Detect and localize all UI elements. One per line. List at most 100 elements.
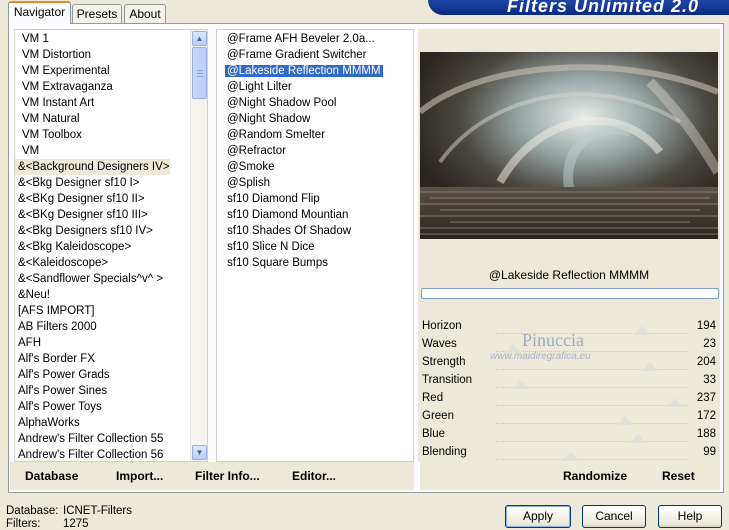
- filter-item[interactable]: @Lakeside Reflection MMMM: [223, 63, 383, 79]
- category-item[interactable]: AB Filters 2000: [15, 319, 170, 335]
- category-item[interactable]: &<Bkg Designer sf10 I>: [15, 175, 170, 191]
- filter-item-label: sf10 Diamond Flip: [227, 193, 320, 205]
- progress-bar: [421, 288, 719, 299]
- param-value: 99: [703, 446, 716, 458]
- filter-item-label: @Lakeside Reflection MMMM: [225, 65, 383, 77]
- category-item[interactable]: Alf's Power Toys: [15, 399, 170, 415]
- category-item[interactable]: Alf's Power Grads: [15, 367, 170, 383]
- param-name: Blending: [422, 446, 467, 458]
- filter-item[interactable]: sf10 Shades Of Shadow: [223, 223, 383, 239]
- filter-item[interactable]: @Night Shadow Pool: [223, 95, 383, 111]
- filter-item[interactable]: @Smoke: [223, 159, 383, 175]
- filter-item[interactable]: sf10 Diamond Flip: [223, 191, 383, 207]
- filter-item[interactable]: @Frame Gradient Switcher: [223, 47, 383, 63]
- category-item[interactable]: VM Extravaganza: [15, 79, 170, 95]
- filters-value: 1275: [63, 518, 89, 530]
- category-item[interactable]: AFH: [15, 335, 170, 351]
- param-row[interactable]: Red 237: [420, 390, 718, 408]
- filter-info-button[interactable]: Filter Info...: [195, 469, 260, 483]
- param-slider-track[interactable]: [496, 459, 688, 461]
- tab-presets[interactable]: Presets: [72, 4, 122, 23]
- filter-item-label: @Night Shadow: [227, 113, 311, 125]
- right-button-bar: Randomize Reset: [420, 462, 720, 490]
- category-item[interactable]: &<Bkg Designers sf10 IV>: [15, 223, 170, 239]
- category-item[interactable]: Andrew's Filter Collection 55: [15, 431, 170, 447]
- category-item[interactable]: &<Kaleidoscope>: [15, 255, 170, 271]
- category-item[interactable]: Andrew's Filter Collection 56: [15, 447, 170, 461]
- category-item[interactable]: &<BKg Designer sf10 III>: [15, 207, 170, 223]
- param-slider-track[interactable]: [496, 369, 688, 371]
- category-item[interactable]: &<BKg Designer sf10 II>: [15, 191, 170, 207]
- param-row[interactable]: Blending 99: [420, 444, 718, 462]
- filter-item-label: @Splish: [227, 177, 270, 189]
- param-slider-track[interactable]: [496, 405, 688, 407]
- param-slider-track[interactable]: [496, 441, 688, 443]
- scroll-up-icon[interactable]: ▲: [192, 31, 207, 46]
- category-item[interactable]: VM Distortion: [15, 47, 170, 63]
- param-name: Horizon: [422, 320, 462, 332]
- filter-item[interactable]: sf10 Square Bumps: [223, 255, 383, 271]
- param-slider-track[interactable]: [496, 423, 688, 425]
- category-item[interactable]: VM Instant Art: [15, 95, 170, 111]
- category-item[interactable]: &<Bkg Kaleidoscope>: [15, 239, 170, 255]
- category-item[interactable]: VM Natural: [15, 111, 170, 127]
- param-slider-knob[interactable]: [630, 434, 647, 443]
- scroll-thumb[interactable]: [192, 47, 207, 99]
- param-slider-knob[interactable]: [633, 326, 650, 335]
- import-button[interactable]: Import...: [116, 469, 163, 483]
- reset-button[interactable]: Reset: [662, 469, 695, 483]
- category-item[interactable]: VM Toolbox: [15, 127, 170, 143]
- app-title: Filters Unlimited 2.0: [506, 0, 699, 15]
- scroll-down-icon[interactable]: ▼: [192, 445, 207, 460]
- database-label: Database:: [6, 505, 59, 517]
- left-button-bar: Database Import... Filter Info... Editor…: [10, 462, 414, 490]
- param-row[interactable]: Blue 188: [420, 426, 718, 444]
- category-item[interactable]: VM Experimental: [15, 63, 170, 79]
- category-list[interactable]: VM 1 VM Distortion VM Experimental VM Extra…: [14, 29, 208, 462]
- param-value: 204: [696, 356, 716, 368]
- editor-button[interactable]: Editor...: [292, 469, 336, 483]
- filter-item[interactable]: sf10 Diamond Mountian: [223, 207, 383, 223]
- filter-item[interactable]: sf10 Slice N Dice: [223, 239, 383, 255]
- category-item[interactable]: [AFS IMPORT]: [15, 303, 170, 319]
- filter-item[interactable]: @Frame AFH Beveler 2.0a...: [223, 31, 383, 47]
- param-name: Blue: [422, 428, 446, 440]
- category-items: VM 1 VM Distortion VM Experimental VM Extra…: [15, 31, 170, 461]
- category-item[interactable]: AlphaWorks: [15, 415, 170, 431]
- param-value: 23: [703, 338, 716, 350]
- param-name: Waves: [422, 338, 457, 350]
- param-name: Transition: [422, 374, 473, 386]
- category-item[interactable]: &<Background Designers IV>: [15, 159, 170, 175]
- category-item[interactable]: &Neu!: [15, 287, 170, 303]
- filter-item-label: @Smoke: [227, 161, 275, 173]
- param-slider-knob[interactable]: [512, 380, 529, 389]
- category-item[interactable]: VM: [15, 143, 170, 159]
- app-banner: Filters Unlimited 2.0: [428, 0, 729, 15]
- filter-item-label: @Refractor: [227, 145, 286, 157]
- param-slider-knob[interactable]: [562, 452, 579, 461]
- category-item[interactable]: Alf's Border FX: [15, 351, 170, 367]
- param-slider-knob[interactable]: [641, 362, 658, 371]
- filter-list[interactable]: @Frame AFH Beveler 2.0a... @Frame Gradien…: [216, 29, 414, 462]
- filter-item[interactable]: @Light Lilter: [223, 79, 383, 95]
- randomize-button[interactable]: Randomize: [563, 469, 627, 483]
- filter-item[interactable]: @Refractor: [223, 143, 383, 159]
- tab-about[interactable]: About: [124, 4, 166, 23]
- category-item[interactable]: &<Sandflower Specials^v^ >: [15, 271, 170, 287]
- param-row[interactable]: Green 172: [420, 408, 718, 426]
- filter-item[interactable]: @Random Smelter: [223, 127, 383, 143]
- param-value: 172: [696, 410, 716, 422]
- category-item[interactable]: VM 1: [15, 31, 170, 47]
- category-scrollbar[interactable]: ▲ ▼: [190, 30, 207, 461]
- category-item[interactable]: Alf's Power Sines: [15, 383, 170, 399]
- param-slider-knob[interactable]: [666, 398, 683, 407]
- param-row[interactable]: Transition 33: [420, 372, 718, 390]
- param-name: Red: [422, 392, 444, 404]
- param-value: 33: [703, 374, 716, 386]
- database-button[interactable]: Database: [25, 469, 78, 483]
- filter-item[interactable]: @Splish: [223, 175, 383, 191]
- filter-item-label: sf10 Slice N Dice: [227, 241, 315, 253]
- tab-navigator[interactable]: Navigator: [8, 1, 71, 24]
- filter-item[interactable]: @Night Shadow: [223, 111, 383, 127]
- param-slider-knob[interactable]: [616, 416, 633, 425]
